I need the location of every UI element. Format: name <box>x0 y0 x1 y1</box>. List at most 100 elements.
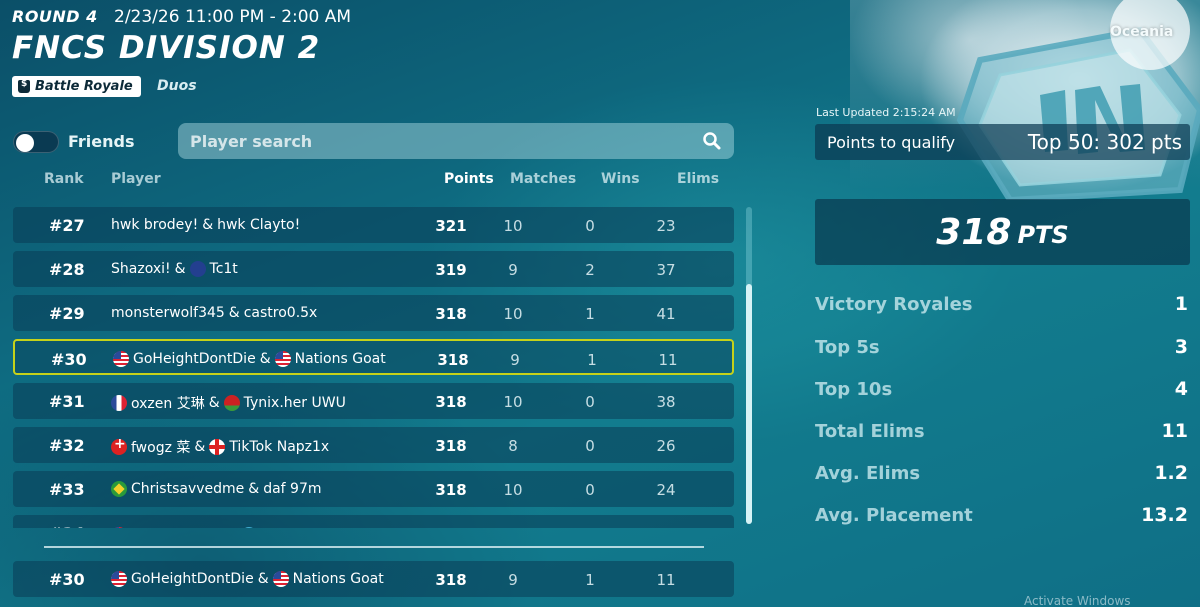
player-two-name: Nations Goat <box>294 351 386 367</box>
qualify-label: Points to qualify <box>827 133 956 152</box>
stat-value: 1 <box>1174 293 1188 315</box>
leaderboard-row[interactable]: #33 Christsavvedme & daf 97m 318 10 0 24 <box>13 471 734 507</box>
row-points: 317 <box>421 525 481 528</box>
player-two-name: castro0.5x <box>243 305 318 321</box>
row-wins: 1 <box>585 571 595 589</box>
last-updated: Last Updated 2:15:24 AM <box>816 106 956 119</box>
row-elims: 11 <box>658 351 678 369</box>
row-player: hwk brodey! & hwk Clayto! <box>111 217 300 233</box>
player-one-name: GoHeightDontDie <box>133 351 256 367</box>
stat-value: 3 <box>1174 336 1188 358</box>
player-one-name: oxzen 艾琳 <box>131 396 205 412</box>
player-two-name: TikTok Napz1x <box>229 439 330 455</box>
row-elims: 41 <box>656 305 676 323</box>
stat-value: 13.2 <box>1141 504 1188 526</box>
row-elims: 37 <box>656 261 676 279</box>
ampersand: & <box>228 305 240 321</box>
england-flag-icon <box>209 439 226 455</box>
header-points[interactable]: Points <box>444 171 494 187</box>
us-flag-icon <box>111 571 127 587</box>
row-elims: 24 <box>656 481 676 499</box>
france-flag-icon <box>111 395 127 411</box>
row-player: oxzen 艾琳 & Tynix.her UWU <box>111 393 346 413</box>
row-player: fwogz 菜& TikTok Napz1x <box>111 436 330 457</box>
row-elims: 38 <box>656 393 676 411</box>
player-one-name: Christsavvedme <box>131 481 245 497</box>
page-title: FNCS DIVISION 2 <box>12 30 321 66</box>
leaderboard-row[interactable]: #31 oxzen 艾琳 & Tynix.her UWU 318 10 0 38 <box>13 383 734 419</box>
row-points: 318 <box>437 351 469 369</box>
total-points-box: 318 PTS <box>815 199 1190 265</box>
row-wins: 1 <box>585 305 595 323</box>
scrollbar-thumb[interactable] <box>746 284 752 524</box>
row-elims: 56 <box>636 525 696 528</box>
leaderboard-scrollbar[interactable] <box>746 207 752 524</box>
ampersand: & <box>194 439 206 455</box>
australia-flag-icon <box>189 261 206 277</box>
player-one-name: hwk brodey! <box>111 217 199 233</box>
row-rank: #30 <box>49 570 85 589</box>
us-flag-icon <box>274 351 291 367</box>
points-unit: PTS <box>1017 221 1069 249</box>
globe-icon <box>240 527 257 528</box>
row-wins: 1 <box>587 351 597 369</box>
ampersand: & <box>257 571 269 587</box>
switzerland-flag-icon <box>111 436 127 455</box>
leaderboard-row[interactable]: #34 King Piece 王 & SPN Curve 3175 3 56 <box>13 515 734 528</box>
stat-label: Avg. Elims <box>815 463 921 484</box>
row-rank: #31 <box>49 392 85 411</box>
player-search[interactable] <box>178 123 734 159</box>
stat-top-5s: Top 5s 3 <box>815 336 1190 361</box>
search-input[interactable] <box>190 131 702 151</box>
player-two-name: Nations Goat <box>292 571 384 587</box>
row-matches: 9 <box>508 571 518 589</box>
row-matches: 10 <box>503 305 523 323</box>
row-matches: 10 <box>503 217 523 235</box>
header-matches[interactable]: Matches <box>510 171 576 187</box>
friends-toggle[interactable] <box>13 131 59 153</box>
mode-label: Battle Royale <box>35 79 133 94</box>
leaderboard-row[interactable]: #30 GoHeightDontDie & Nations Goat 318 9 1 11 <box>13 339 734 375</box>
row-points: 318 <box>435 437 467 455</box>
player-two-name: daf 97m <box>263 481 322 497</box>
bag-icon <box>18 79 30 93</box>
player-one-name: fwogz 菜 <box>131 440 191 456</box>
stat-label: Victory Royales <box>815 294 973 315</box>
row-matches: 10 <box>503 393 523 411</box>
row-wins: 3 <box>560 525 620 528</box>
toggle-knob <box>16 134 34 152</box>
row-rank: #30 <box>51 350 87 369</box>
leaderboard-row[interactable]: #27 hwk brodey! & hwk Clayto! 321 10 0 23 <box>13 207 734 243</box>
player-two-name: Tynix.her UWU <box>243 395 346 411</box>
qualify-value: Top 50: 302 pts <box>1027 130 1182 154</box>
leaderboard-list[interactable]: #27 hwk brodey! & hwk Clayto! 321 10 0 23 #28 Sha… <box>13 207 735 528</box>
us-flag-icon <box>113 351 129 367</box>
row-rank: #28 <box>49 260 85 279</box>
leaderboard-row[interactable]: #28 Shazoxi! & Tc1t 319 9 2 37 <box>13 251 734 287</box>
search-icon[interactable] <box>702 131 722 151</box>
row-player: monsterwolf345 & castro0.5x <box>111 305 317 321</box>
stat-label: Avg. Placement <box>815 505 973 526</box>
stat-value: 4 <box>1174 378 1188 400</box>
header-rank[interactable]: Rank <box>44 171 84 187</box>
activate-windows-watermark: Activate Windows <box>1024 594 1131 607</box>
row-points: 321 <box>435 217 467 235</box>
leaderboard-row[interactable]: #32 fwogz 菜& TikTok Napz1x 318 8 0 26 <box>13 427 734 463</box>
header-player[interactable]: Player <box>111 171 161 187</box>
total-points: 318 <box>936 211 1012 253</box>
header-wins[interactable]: Wins <box>601 171 640 187</box>
pinned-player-row-container: #30 GoHeightDontDie & Nations Goat 318 9 1 11 <box>13 561 734 597</box>
row-player: GoHeightDontDie & Nations Goat <box>111 571 384 587</box>
team-type-label: Duos <box>157 78 197 94</box>
player-two-name: SPN Curve <box>261 527 335 528</box>
row-points: 318 <box>435 305 467 323</box>
belarus-flag-icon <box>223 395 240 411</box>
stat-value: 11 <box>1161 420 1188 442</box>
stat-avg-elims: Avg. Elims 1.2 <box>815 462 1190 487</box>
leaderboard-row[interactable]: #29 monsterwolf345 & castro0.5x 318 10 1 41 <box>13 295 734 331</box>
pinned-player-row[interactable]: #30 GoHeightDontDie & Nations Goat 318 9 1 11 <box>13 561 734 597</box>
row-points: 318 <box>435 571 467 589</box>
header-elims[interactable]: Elims <box>677 171 719 187</box>
mode-badge: Battle Royale <box>12 76 141 97</box>
row-matches: 10 <box>503 481 523 499</box>
